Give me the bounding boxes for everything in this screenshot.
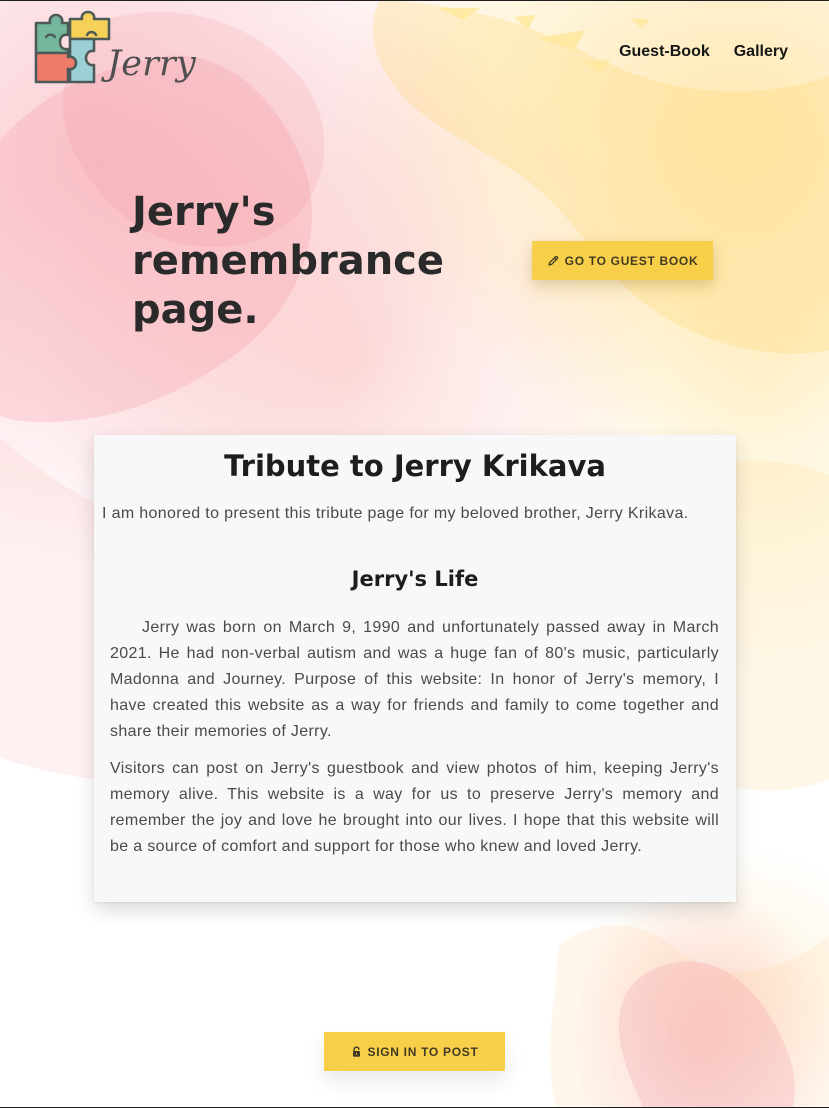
life-section-title: Jerry's Life (351, 567, 479, 591)
sign-in-to-post-label: SIGN IN TO POST (367, 1044, 479, 1059)
life-paragraph-1: Jerry was born on March 9, 1990 and unfo… (110, 619, 719, 740)
life-paragraph-2: Visitors can post on Jerry's guestbook a… (110, 760, 719, 855)
lock-icon (351, 1045, 362, 1058)
site-header: Jerry Guest-Book Gallery (0, 0, 829, 110)
go-to-guest-book-label: GO TO GUEST BOOK (564, 253, 699, 268)
tribute-title: Tribute to Jerry Krikava (224, 449, 606, 483)
puzzle-logo-icon (34, 10, 111, 84)
nav-gallery[interactable]: Gallery (734, 43, 788, 61)
logo-text: Jerry (107, 44, 196, 84)
tribute-card: Tribute to Jerry Krikava I am honored to… (94, 435, 736, 902)
go-to-guest-book-button[interactable]: GO TO GUEST BOOK (532, 241, 713, 280)
pencil-icon (547, 255, 559, 267)
sign-in-to-post-button[interactable]: SIGN IN TO POST (324, 1032, 505, 1071)
hero-title: Jerry's remembrance page. (132, 189, 445, 333)
site-logo[interactable]: Jerry (33, 10, 208, 92)
nav-guest-book[interactable]: Guest-Book (619, 43, 710, 61)
main-nav: Guest-Book Gallery (619, 43, 788, 61)
tribute-intro: I am honored to present this tribute pag… (102, 505, 689, 522)
